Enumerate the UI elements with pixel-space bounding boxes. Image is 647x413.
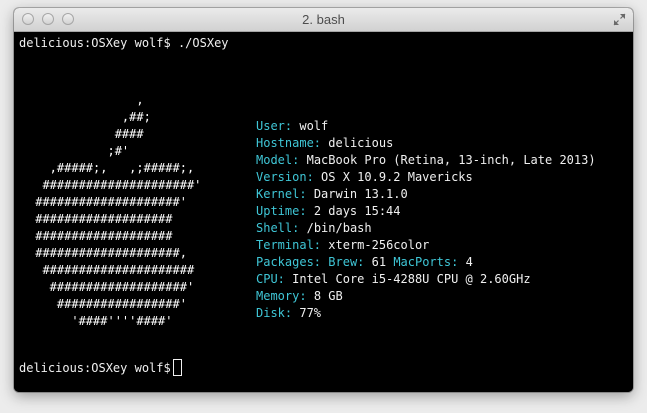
apple-ascii-logo: , ,##; #### ;#' ,#####;, ,;#####;, #####… (28, 92, 201, 330)
logo-line: ####################, (28, 246, 187, 260)
info-key: Shell: (256, 221, 300, 235)
info-row: User: wolf (256, 118, 596, 135)
info-value: 8 GB (313, 289, 343, 303)
info-row: Uptime: 2 days 15:44 (256, 203, 596, 220)
info-value: OS X 10.9.2 Mavericks (321, 170, 473, 184)
logo-line: ##################### (28, 263, 195, 277)
command-line: delicious:OSXey wolf$ ./OSXey (19, 35, 229, 52)
info-key: Uptime: (256, 204, 307, 218)
info-key: Terminal: (256, 238, 322, 252)
active-prompt-line[interactable]: delicious:OSXey wolf$ (19, 359, 182, 376)
info-value: MacBook Pro (Retina, 13-inch, Late 2013) (306, 153, 596, 167)
logo-line: '####''''####' (28, 314, 173, 328)
info-value: 77% (299, 306, 322, 320)
info-value: xterm-256color (328, 238, 430, 252)
logo-line: ################### (28, 229, 173, 243)
info-value: 61 (371, 255, 387, 269)
logo-line: , (28, 93, 144, 107)
info-key: Packages: (256, 255, 322, 269)
info-value: delicious (328, 136, 394, 150)
info-row: Shell: /bin/bash (256, 220, 596, 237)
text-cursor (172, 359, 182, 376)
logo-line: ################### (28, 212, 173, 226)
info-subkey: Brew: (328, 255, 365, 269)
logo-line: #####################' (28, 178, 202, 192)
logo-line: #### (28, 127, 144, 141)
info-row: Packages: Brew: 61 MacPorts: 4 (256, 254, 596, 271)
info-key: User: (256, 119, 293, 133)
info-row: Hostname: delicious (256, 135, 596, 152)
shell-prompt: delicious:OSXey wolf$ (19, 36, 171, 50)
info-row: Kernel: Darwin 13.1.0 (256, 186, 596, 203)
info-key: Version: (256, 170, 314, 184)
info-value: /bin/bash (306, 221, 372, 235)
info-key: Kernel: (256, 187, 307, 201)
info-value: 2 days 15:44 (313, 204, 401, 218)
logo-line: #################' (28, 297, 187, 311)
info-value: 4 (465, 255, 473, 269)
logo-line: ,#####;, ,;#####;, (28, 161, 195, 175)
info-value: wolf (299, 119, 329, 133)
window-title: 2. bash (302, 12, 345, 27)
info-value: Intel Core i5-4288U CPU @ 2.60GHz (292, 272, 531, 286)
fullscreen-icon[interactable] (613, 13, 626, 26)
command-text: ./OSXey (177, 36, 229, 50)
info-subkey: MacPorts: (393, 255, 459, 269)
terminal-output[interactable]: delicious:OSXey wolf$ ./OSXey , ,##; ###… (14, 32, 633, 392)
logo-line: ;#' (28, 144, 130, 158)
info-value: Darwin 13.1.0 (313, 187, 408, 201)
info-key: CPU: (256, 272, 285, 286)
logo-line: ####################' (28, 195, 187, 209)
logo-line: ###################' (28, 280, 195, 294)
info-row: Terminal: xterm-256color (256, 237, 596, 254)
info-row: Model: MacBook Pro (Retina, 13-inch, Lat… (256, 152, 596, 169)
shell-prompt: delicious:OSXey wolf$ (19, 361, 171, 375)
logo-line: ,##; (28, 110, 151, 124)
info-key: Disk: (256, 306, 293, 320)
info-key: Memory: (256, 289, 307, 303)
info-row: Version: OS X 10.9.2 Mavericks (256, 169, 596, 186)
info-row: Memory: 8 GB (256, 288, 596, 305)
info-key: Hostname: (256, 136, 322, 150)
title-bar[interactable]: 2. bash (14, 8, 633, 32)
system-info: User: wolf Hostname: delicious Model: MacB… (256, 118, 596, 322)
info-row: Disk: 77% (256, 305, 596, 322)
info-row: CPU: Intel Core i5-4288U CPU @ 2.60GHz (256, 271, 596, 288)
terminal-window: 2. bash delicious:OSXey wolf$ ./OSXey , … (14, 8, 633, 392)
info-key: Model: (256, 153, 300, 167)
